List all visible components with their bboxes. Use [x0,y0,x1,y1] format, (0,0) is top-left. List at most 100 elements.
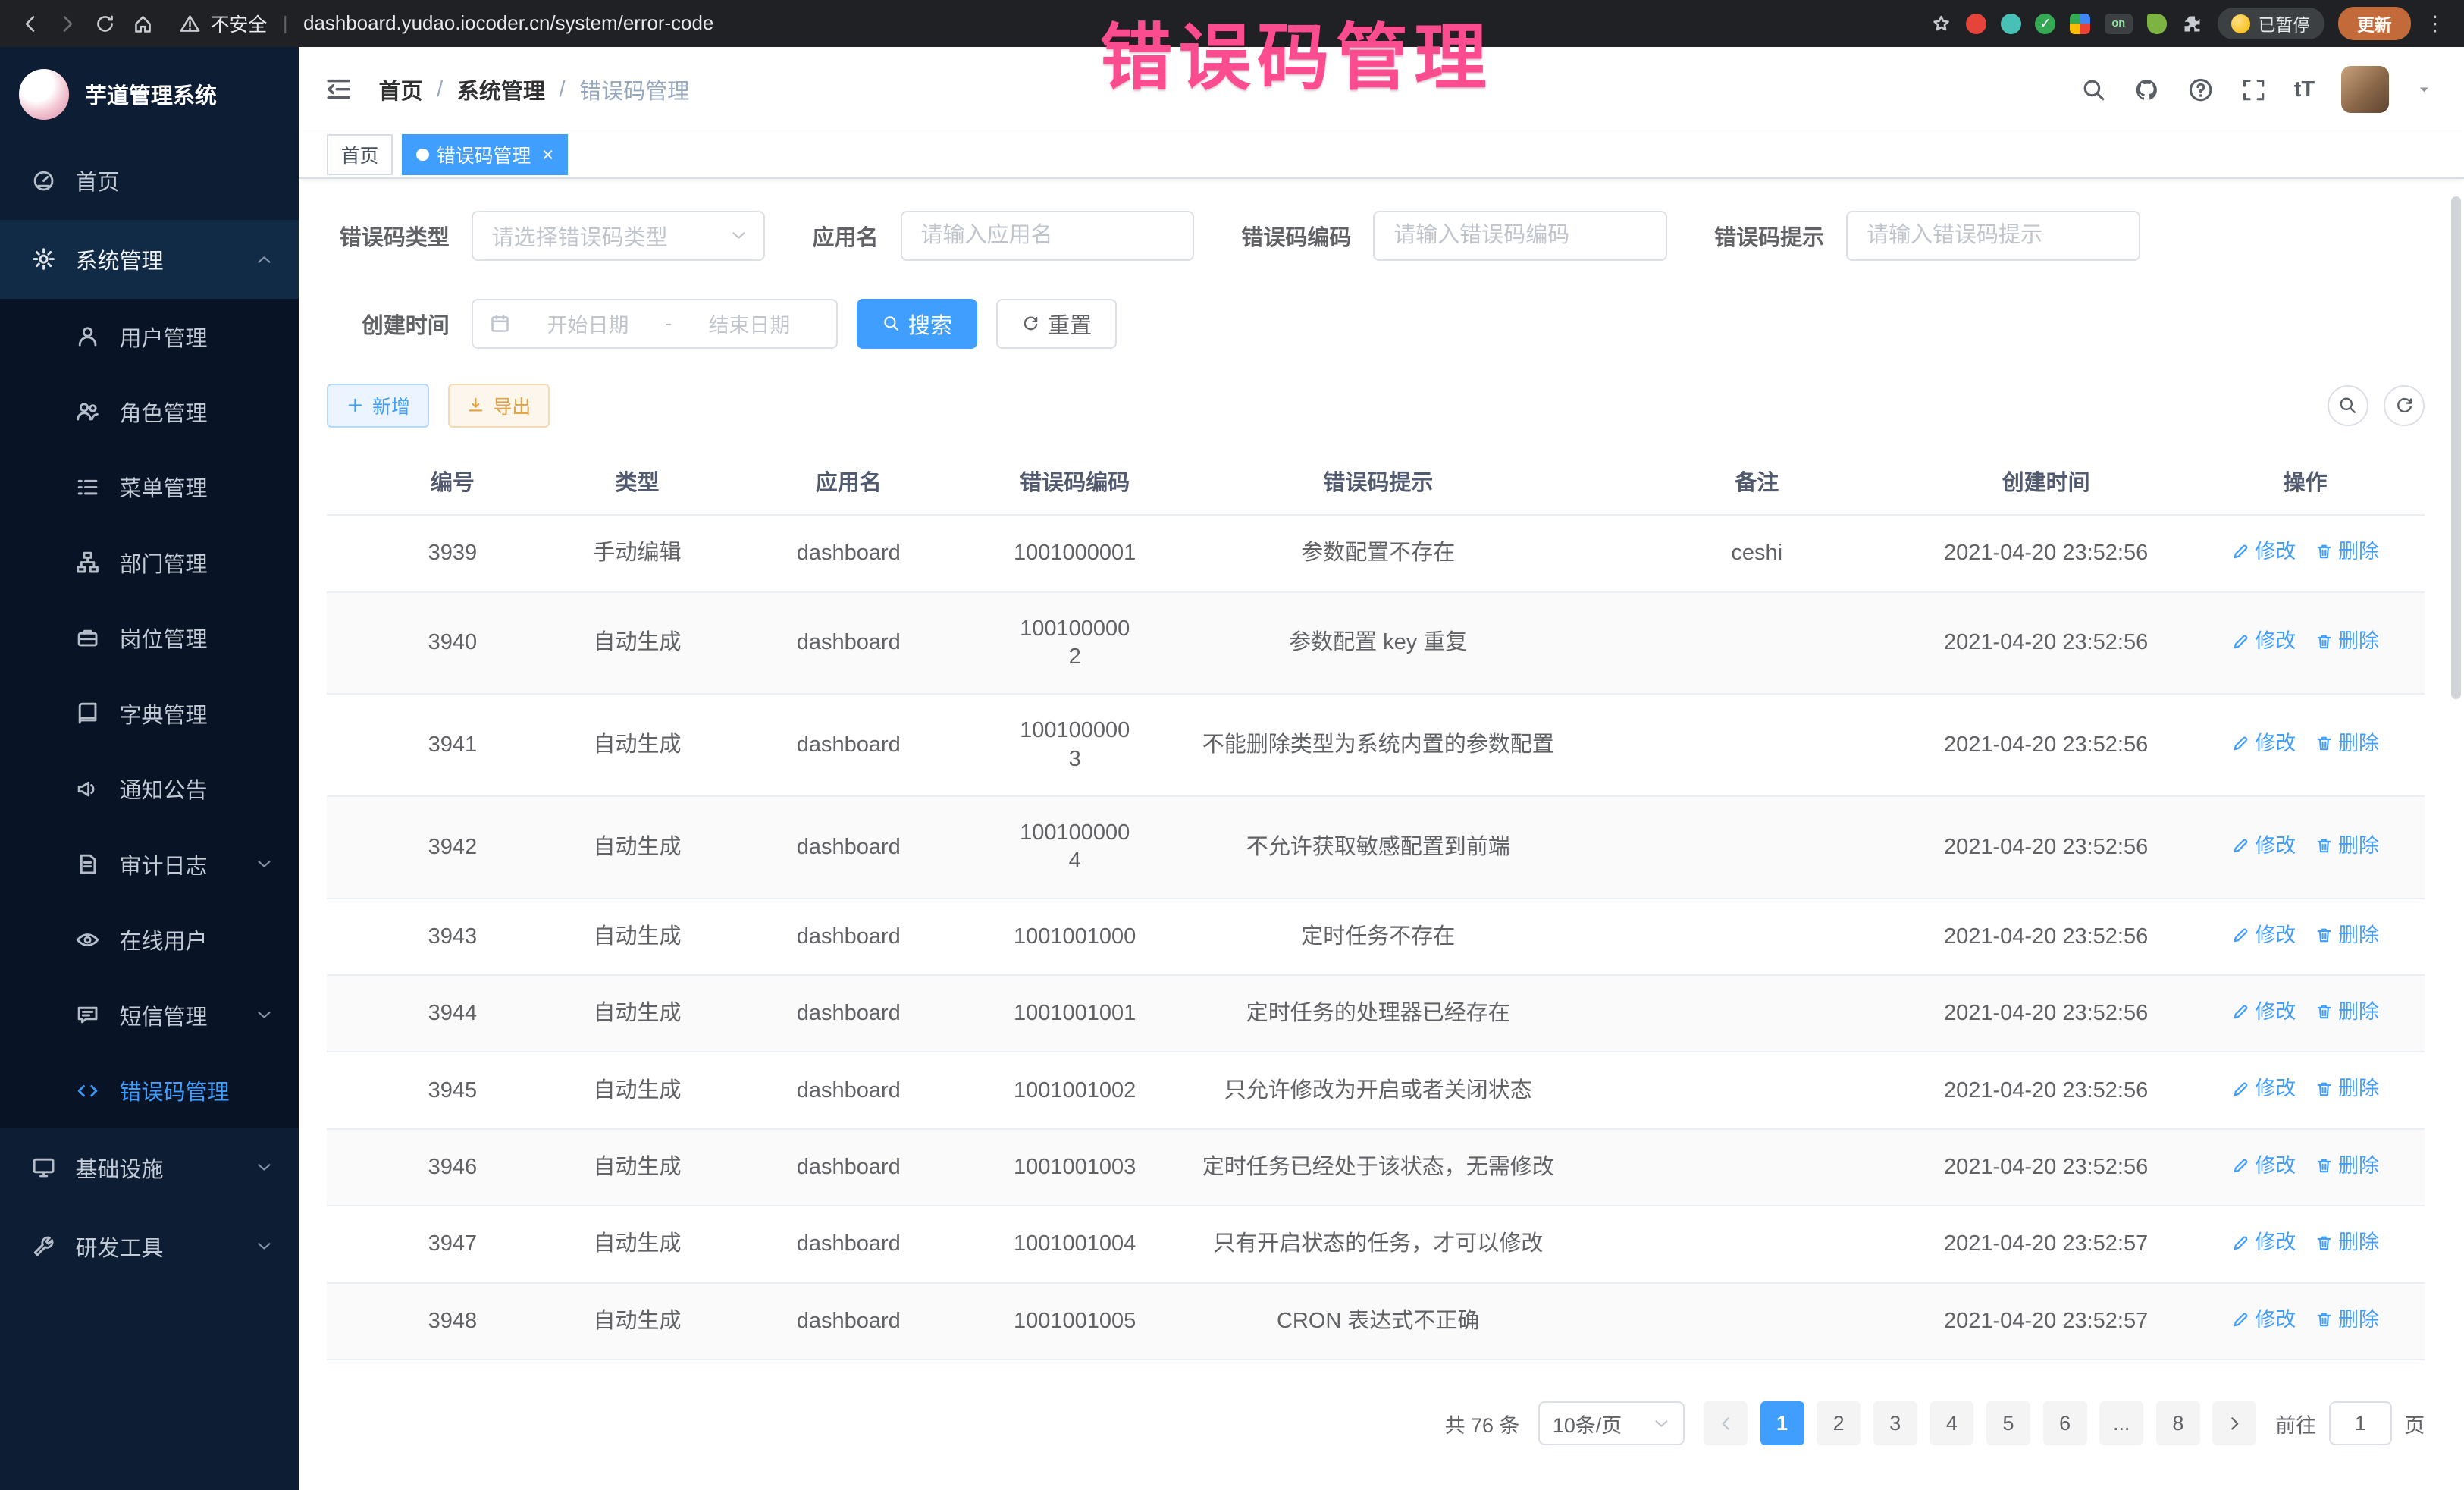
edit-link[interactable]: 修改 [2231,1228,2296,1256]
sidebar-item[interactable]: 错误码管理 [0,1053,299,1128]
edit-link[interactable]: 修改 [2231,538,2296,566]
sidebar-item[interactable]: 字典管理 [0,676,299,751]
sidebar-item[interactable]: 基础设施 [0,1128,299,1207]
delete-link[interactable]: 删除 [2315,1074,2379,1103]
bookmark-star-icon[interactable] [1930,13,1952,35]
scrollbar-thumb[interactable] [2451,196,2460,699]
sidebar-item[interactable]: 在线用户 [0,902,299,977]
extension-leaf-icon[interactable] [2147,14,2168,34]
date-range-picker[interactable]: 开始日期 - 结束日期 [472,299,838,349]
extension-teal-icon[interactable] [2001,14,2021,34]
extension-switch-icon[interactable]: on [2105,14,2133,34]
app-name-input[interactable] [901,211,1195,261]
table-body: 3939手动编辑dashboard1001000001参数配置不存在ceshi2… [327,515,2425,1360]
sidebar-item-label: 研发工具 [75,1231,254,1263]
page-button[interactable]: 1 [1760,1401,1804,1445]
extension-check-icon[interactable]: ✓ [2035,14,2055,34]
search-icon[interactable] [2080,77,2107,103]
page-button[interactable]: 6 [2043,1401,2087,1445]
delete-link[interactable]: 删除 [2315,921,2379,949]
reload-icon[interactable] [94,13,116,35]
question-icon[interactable] [2187,77,2214,103]
sidebar-item[interactable]: 研发工具 [0,1207,299,1286]
breadcrumb-item[interactable]: 系统管理 [457,74,545,105]
page-url[interactable]: dashboard.yudao.iocoder.cn/system/error-… [303,13,713,35]
app-logo-row[interactable]: 芋道管理系统 [0,47,299,141]
error-type-select[interactable]: 请选择错误码类型 [472,211,766,261]
edit-link[interactable]: 修改 [2231,627,2296,655]
caret-down-icon[interactable] [2415,81,2433,99]
next-page-button[interactable] [2212,1401,2256,1445]
reset-button[interactable]: 重置 [996,299,1117,349]
sidebar-item[interactable]: 角色管理 [0,374,299,449]
delete-link[interactable]: 删除 [2315,1306,2379,1334]
github-icon[interactable] [2133,77,2160,103]
cell-time: 2021-04-20 23:52:56 [1906,1129,2186,1206]
add-button[interactable]: 新增 [327,384,429,428]
export-button[interactable]: 导出 [448,384,550,428]
trash-icon [2315,836,2334,855]
edit-link[interactable]: 修改 [2231,1306,2296,1334]
fullscreen-icon[interactable] [2240,77,2267,103]
delete-link[interactable]: 删除 [2315,729,2379,758]
show-search-button[interactable] [2328,385,2368,426]
edit-link[interactable]: 修改 [2231,832,2296,860]
cell-type: 手动编辑 [578,515,696,591]
font-size-icon[interactable]: tT [2294,79,2315,101]
tab[interactable]: 错误码管理× [402,134,568,175]
extensions-puzzle-icon[interactable] [2181,13,2203,35]
sidebar-item[interactable]: 通知公告 [0,751,299,827]
delete-link[interactable]: 删除 [2315,538,2379,566]
delete-link[interactable]: 删除 [2315,627,2379,655]
search-button[interactable]: 搜索 [857,299,977,349]
column-header: 错误码提示 [1149,448,1607,516]
edit-link[interactable]: 修改 [2231,1152,2296,1180]
page-button[interactable]: 3 [1873,1401,1917,1445]
extension-record-icon[interactable] [1966,14,1986,34]
hamburger-icon[interactable] [324,74,353,104]
user-avatar[interactable] [2341,66,2388,113]
sidebar-item[interactable]: 用户管理 [0,299,299,374]
edit-link[interactable]: 修改 [2231,998,2296,1026]
delete-link[interactable]: 删除 [2315,1152,2379,1180]
sidebar-item[interactable]: 菜单管理 [0,450,299,525]
sidebar-item[interactable]: 审计日志 [0,827,299,902]
prev-page-button[interactable] [1704,1401,1748,1445]
page-button[interactable]: 8 [2156,1401,2200,1445]
page-button[interactable]: 2 [1817,1401,1861,1445]
goto-page-input[interactable] [2329,1401,2392,1445]
delete-link[interactable]: 删除 [2315,998,2379,1026]
sidebar-item[interactable]: 部门管理 [0,525,299,600]
paused-badge[interactable]: 已暂停 [2218,8,2324,39]
log-icon [75,852,100,877]
delete-link[interactable]: 删除 [2315,832,2379,860]
edit-link[interactable]: 修改 [2231,729,2296,758]
close-icon[interactable]: × [542,145,554,165]
edit-link[interactable]: 修改 [2231,1074,2296,1103]
error-hint-input[interactable] [1846,211,2140,261]
kebab-menu-icon[interactable]: ⋮ [2425,12,2445,36]
home-icon[interactable] [132,13,154,35]
sidebar-item[interactable]: 岗位管理 [0,601,299,676]
extension-grid-icon[interactable] [2070,14,2090,34]
cell-id: 3944 [327,975,578,1052]
page-size-select[interactable]: 10条/页 [1538,1401,1685,1445]
delete-link[interactable]: 删除 [2315,1228,2379,1256]
breadcrumb-item[interactable]: 首页 [379,74,423,105]
refresh-table-button[interactable] [2384,385,2425,426]
tab[interactable]: 首页 [327,134,393,175]
edit-link[interactable]: 修改 [2231,921,2296,949]
more-pages-button[interactable]: ... [2099,1401,2143,1445]
sidebar-item[interactable]: 首页 [0,142,299,221]
table-row: 3941自动生成dashboard1001000003不能删除类型为系统内置的参… [327,694,2425,796]
error-code-input[interactable] [1373,211,1667,261]
page-button[interactable]: 4 [1930,1401,1973,1445]
sidebar-item[interactable]: 短信管理 [0,977,299,1052]
sidebar-item[interactable]: 系统管理 [0,220,299,299]
address-bar[interactable]: 不安全 | dashboard.yudao.iocoder.cn/system/… [179,10,1914,37]
cell-time: 2021-04-20 23:52:57 [1906,1283,2186,1360]
page-button[interactable]: 5 [1986,1401,2030,1445]
back-icon[interactable] [19,13,41,35]
update-button[interactable]: 更新 [2338,7,2410,40]
forward-icon[interactable] [57,13,79,35]
